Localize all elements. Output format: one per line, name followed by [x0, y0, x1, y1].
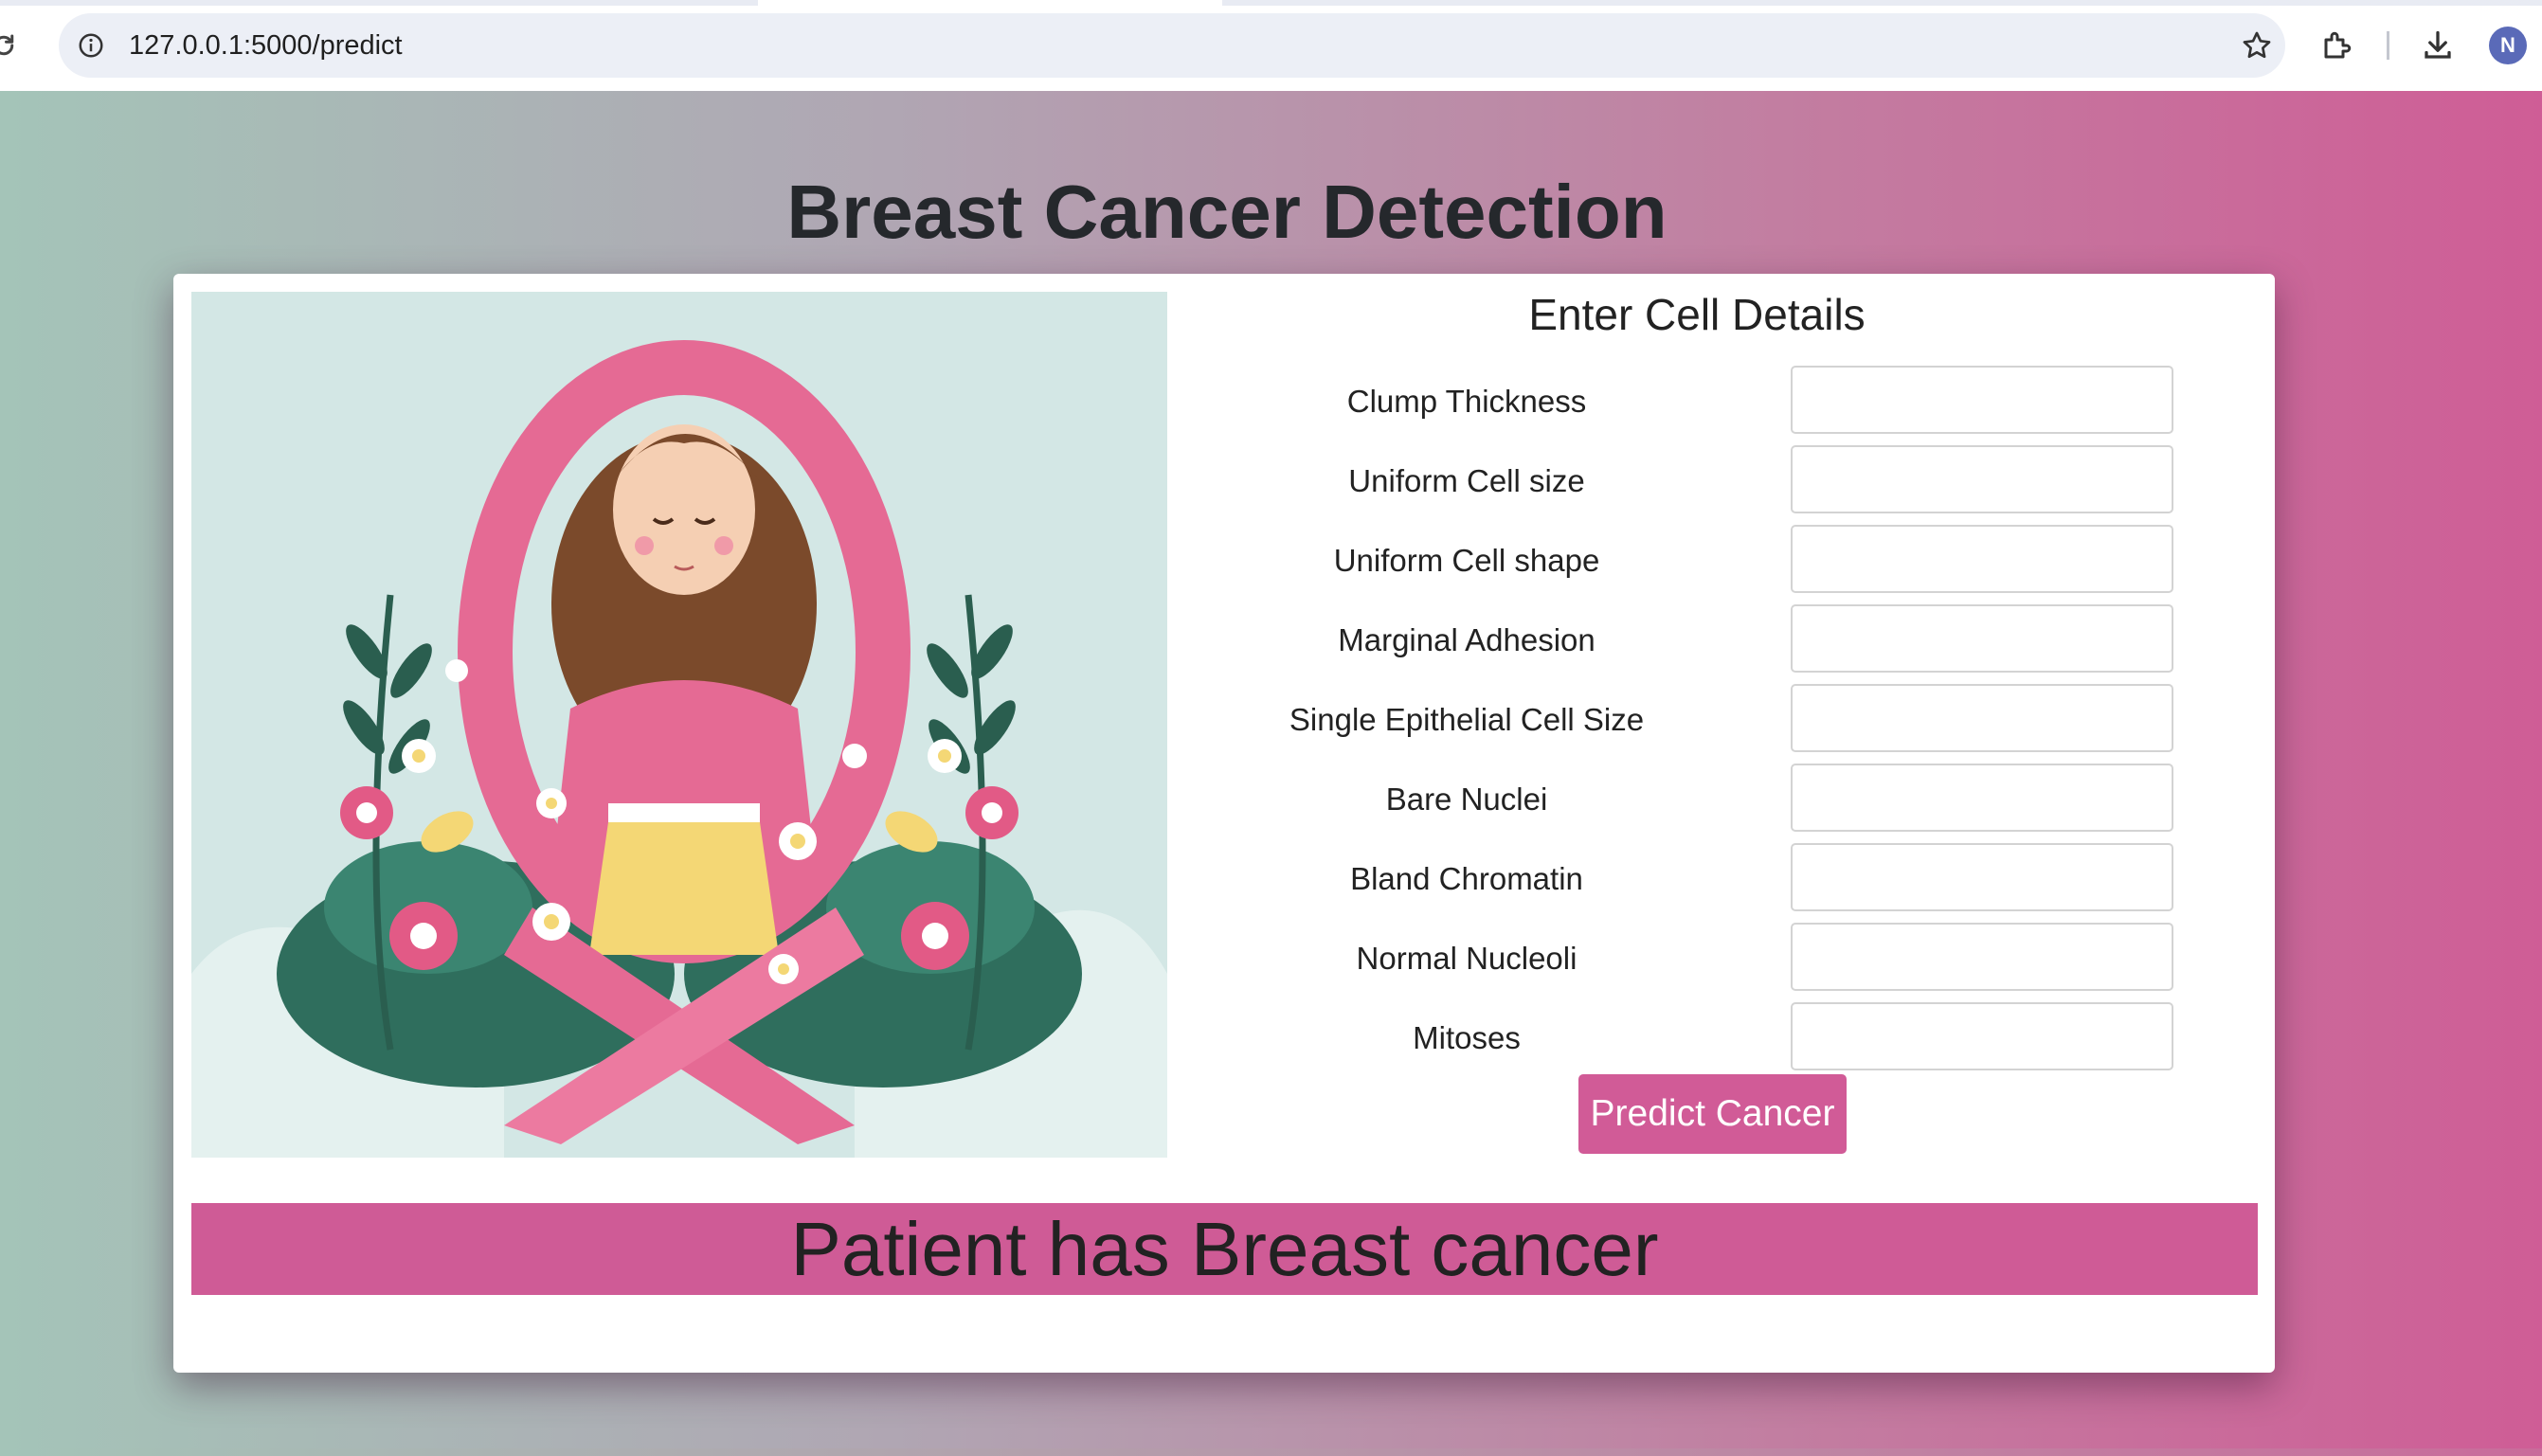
bland-chromatin-input[interactable]	[1791, 843, 2173, 911]
normal-nucleoli-label: Normal Nucleoli	[1356, 941, 1577, 976]
page-bottom-edge	[0, 1448, 2542, 1456]
single-epithelial-cell-size-label: Single Epithelial Cell Size	[1289, 702, 1645, 737]
uniform-cell-size-label: Uniform Cell size	[1348, 463, 1585, 498]
field-row-clump-thickness: Clump Thickness	[1277, 366, 2272, 438]
bare-nuclei-input[interactable]	[1791, 764, 2173, 832]
form-title: Enter Cell Details	[1528, 290, 1866, 339]
field-row-uniform-cell-shape: Uniform Cell shape	[1277, 525, 2272, 597]
page-title: Breast Cancer Detection	[786, 170, 1668, 254]
uniform-cell-shape-input[interactable]	[1791, 525, 2173, 593]
mitoses-input[interactable]	[1791, 1002, 2173, 1070]
bland-chromatin-label: Bland Chromatin	[1350, 861, 1583, 896]
active-tab[interactable]	[758, 0, 1222, 6]
profile-avatar[interactable]: N	[2489, 27, 2527, 64]
download-icon[interactable]	[2417, 25, 2459, 66]
reload-icon[interactable]	[0, 28, 21, 63]
detection-card: Enter Cell Details Clump Thickness Unifo…	[173, 274, 2275, 1373]
single-epithelial-cell-size-input[interactable]	[1791, 684, 2173, 752]
awareness-illustration	[191, 292, 1167, 1158]
normal-nucleoli-input[interactable]	[1791, 923, 2173, 991]
field-row-bland-chromatin: Bland Chromatin	[1277, 843, 2272, 915]
info-icon[interactable]	[74, 28, 108, 63]
field-row-bare-nuclei: Bare Nuclei	[1277, 764, 2272, 836]
tab-strip	[0, 0, 2542, 6]
browser-toolbar: 127.0.0.1:5000/predict N	[0, 0, 2542, 91]
address-bar[interactable]: 127.0.0.1:5000/predict	[59, 13, 2285, 78]
toolbar-divider	[2387, 31, 2389, 60]
mitoses-label: Mitoses	[1413, 1020, 1521, 1055]
uniform-cell-shape-label: Uniform Cell shape	[1333, 543, 1600, 578]
bare-nuclei-label: Bare Nuclei	[1385, 782, 1548, 817]
predict-cancer-button[interactable]: Predict Cancer	[1578, 1074, 1847, 1154]
field-row-single-epithelial-cell-size: Single Epithelial Cell Size	[1277, 684, 2272, 756]
marginal-adhesion-label: Marginal Adhesion	[1338, 622, 1596, 657]
field-row-mitoses: Mitoses	[1277, 1002, 2272, 1074]
field-row-normal-nucleoli: Normal Nucleoli	[1277, 923, 2272, 995]
clump-thickness-input[interactable]	[1791, 366, 2173, 434]
clump-thickness-label: Clump Thickness	[1346, 384, 1587, 419]
result-banner: Patient has Breast cancer	[191, 1203, 2258, 1295]
star-icon[interactable]	[2238, 27, 2276, 64]
uniform-cell-size-input[interactable]	[1791, 445, 2173, 513]
prediction-result: Patient has Breast cancer	[790, 1207, 1659, 1291]
extensions-icon[interactable]	[2317, 25, 2358, 66]
field-row-uniform-cell-size: Uniform Cell size	[1277, 445, 2272, 517]
url-text[interactable]: 127.0.0.1:5000/predict	[129, 13, 403, 78]
page-viewport: Breast Cancer Detection Enter Cell Detai…	[0, 91, 2542, 1448]
field-row-marginal-adhesion: Marginal Adhesion	[1277, 604, 2272, 676]
marginal-adhesion-input[interactable]	[1791, 604, 2173, 673]
